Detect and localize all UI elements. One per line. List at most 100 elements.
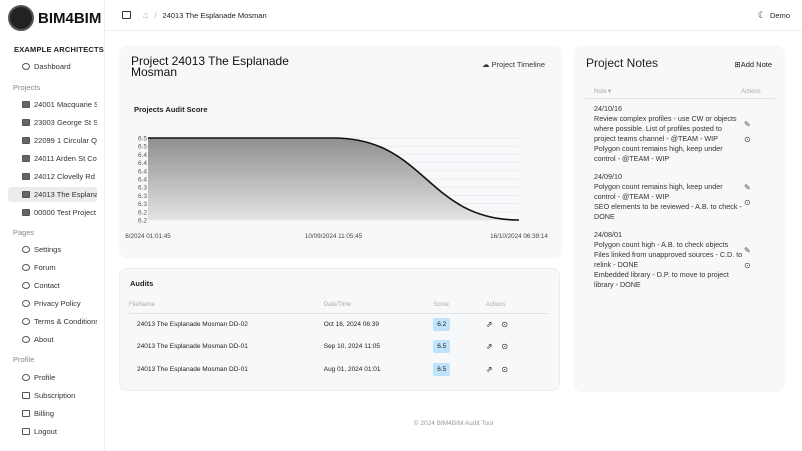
sidebar-item-user[interactable]: Profile [8, 370, 97, 385]
date-time: Aug 01, 2024 01:01 [323, 365, 381, 373]
project-card: Project 24013 The Esplanade Mosman ☁ Pro… [119, 46, 562, 258]
user-icon [22, 374, 30, 381]
label: Terms & Conditions [34, 317, 97, 326]
note-line: Polygon count remains high, keep under c… [594, 182, 723, 201]
note-date: 24/10/16 [594, 104, 622, 113]
label: About [34, 335, 54, 344]
x-tick-label: 10/09/2024 11:05:45 [305, 233, 363, 240]
moon-icon[interactable]: ☾ [758, 10, 766, 21]
sidebar-item-users[interactable]: Forum [8, 260, 97, 275]
audit-score-chart: 6.56.56.46.46.46.46.36.36.36.26.28/2024 … [125, 136, 548, 241]
gear-icon [22, 246, 30, 253]
organization-name: EXAMPLE ARCHITECTS [14, 45, 104, 54]
add-note-button[interactable]: ⊞Add Note [734, 60, 772, 69]
users-icon [22, 264, 30, 271]
score-badge: 6.5 [433, 340, 451, 354]
home-icon[interactable]: ⌂ [143, 10, 148, 20]
footer: © 2024 BIM4BIM Audit Tool [413, 420, 494, 427]
sidebar-item-clipboard[interactable]: Terms & Conditions [8, 314, 97, 329]
notes-title: Project Notes [586, 56, 659, 70]
delete-icon[interactable]: ⊙ [744, 261, 751, 270]
delete-icon[interactable]: ⊙ [744, 135, 751, 144]
sidebar-toggle-icon[interactable] [122, 11, 131, 19]
y-tick-label: 6.2 [138, 209, 147, 216]
table-row: 24013 The Esplanade Mosman DD-01 Aug 01, … [129, 358, 549, 381]
delete-icon[interactable]: ⊙ [744, 198, 751, 207]
sidebar-item-credit-card[interactable]: Billing [8, 406, 97, 421]
y-tick-label: 6.2 [138, 218, 147, 225]
sidebar-project-item[interactable]: 24001 Macquarie S [8, 97, 97, 112]
edit-icon[interactable]: ✎ [744, 246, 751, 255]
sidebar-project-item[interactable]: 00000 Test Project [8, 205, 97, 220]
section-profile: Profile [13, 355, 35, 364]
y-tick-label: 6.4 [138, 160, 147, 167]
label: 22099 1 Circular Qu [34, 136, 97, 145]
delete-icon[interactable]: ⊙ [501, 320, 508, 329]
y-tick-label: 6.4 [138, 168, 147, 175]
sidebar-project-item[interactable]: 23003 George St S [8, 115, 97, 130]
project-icon [22, 137, 30, 144]
y-tick-label: 6.3 [138, 193, 147, 200]
section-pages: Pages [13, 228, 35, 237]
chart-icon[interactable]: ⇗ [486, 365, 493, 374]
sidebar-item-logout[interactable]: Logout [8, 424, 97, 439]
label: 00000 Test Project [34, 208, 96, 217]
x-tick-label: 8/2024 01:01:45 [125, 233, 171, 240]
file-name[interactable]: 24013 The Esplanade Mosman DD-01 [129, 336, 324, 359]
project-icon [22, 209, 30, 216]
label: Add Note [740, 60, 772, 69]
at-icon [22, 282, 30, 289]
note-column-header[interactable]: Note▼ [594, 89, 613, 95]
y-tick-label: 6.3 [138, 201, 147, 208]
delete-icon[interactable]: ⊙ [501, 365, 508, 374]
column-header: Score [433, 302, 449, 309]
sidebar-item-mail[interactable]: Subscription [8, 388, 97, 403]
label: Dashboard [34, 62, 71, 71]
x-tick-label: 16/10/2024 06:39:14 [490, 233, 548, 240]
label: 24013 The Esplana [34, 190, 97, 199]
edit-icon[interactable]: ✎ [744, 183, 751, 192]
sidebar-item-lock[interactable]: Privacy Policy [8, 296, 97, 311]
sidebar-item-dashboard[interactable]: Dashboard [8, 59, 97, 74]
file-name[interactable]: 24013 The Esplanade Mosman DD-01 [129, 358, 324, 381]
table-row: 24013 The Esplanade Mosman DD-01 Sep 10, … [129, 336, 549, 359]
note-line: Review complex profiles - use CW or obje… [594, 114, 737, 143]
project-icon [22, 173, 30, 180]
column-header: Date/Time [323, 302, 352, 309]
label: Logout [34, 427, 57, 436]
label: 24001 Macquarie S [34, 100, 97, 109]
note-line: Embedded library - D.P. to move to proje… [594, 270, 729, 289]
logo[interactable]: BIM4BIM [8, 5, 101, 31]
note-item: 24/09/10 Polygon count remains high, keep… [594, 172, 744, 222]
edit-icon[interactable]: ✎ [744, 120, 751, 129]
breadcrumb-current[interactable]: 24013 The Esplanade Mosman [163, 11, 267, 20]
sidebar-project-item[interactable]: 24013 The Esplana [8, 187, 97, 202]
chart-icon[interactable]: ⇗ [486, 342, 493, 351]
box-icon [22, 336, 30, 343]
lock-icon [22, 300, 30, 307]
sidebar-project-item[interactable]: 24011 Arden St Coc [8, 151, 97, 166]
sidebar-item-gear[interactable]: Settings [8, 242, 97, 257]
sidebar-item-at[interactable]: Contact [8, 278, 97, 293]
score-badge: 6.5 [433, 362, 451, 376]
user-name[interactable]: Demo [770, 11, 790, 20]
y-tick-label: 6.4 [138, 177, 147, 184]
column-header: FileName [129, 302, 155, 309]
delete-icon[interactable]: ⊙ [501, 342, 508, 351]
file-name[interactable]: 24013 The Esplanade Mosman DD-02 [129, 313, 324, 336]
label: Billing [34, 409, 55, 418]
sidebar-project-item[interactable]: 22099 1 Circular Qu [8, 133, 97, 148]
date-time: Oct 16, 2024 06:39 [323, 321, 380, 328]
note-line: Files linked from unapproved sources - C… [594, 250, 743, 269]
label: Forum [34, 263, 56, 272]
sidebar-item-box[interactable]: About [8, 332, 97, 347]
y-tick-label: 6.3 [138, 185, 147, 192]
mail-icon [22, 392, 30, 399]
project-icon [22, 119, 30, 126]
chart-icon[interactable]: ⇗ [486, 320, 493, 329]
table-row: 24013 The Esplanade Mosman DD-02 Oct 16, … [129, 313, 549, 336]
section-projects: Projects [13, 83, 41, 92]
sidebar-project-item[interactable]: 24012 Clovelly Rd C [8, 169, 97, 184]
y-tick-label: 6.5 [138, 136, 147, 143]
credit-card-icon [22, 410, 30, 417]
